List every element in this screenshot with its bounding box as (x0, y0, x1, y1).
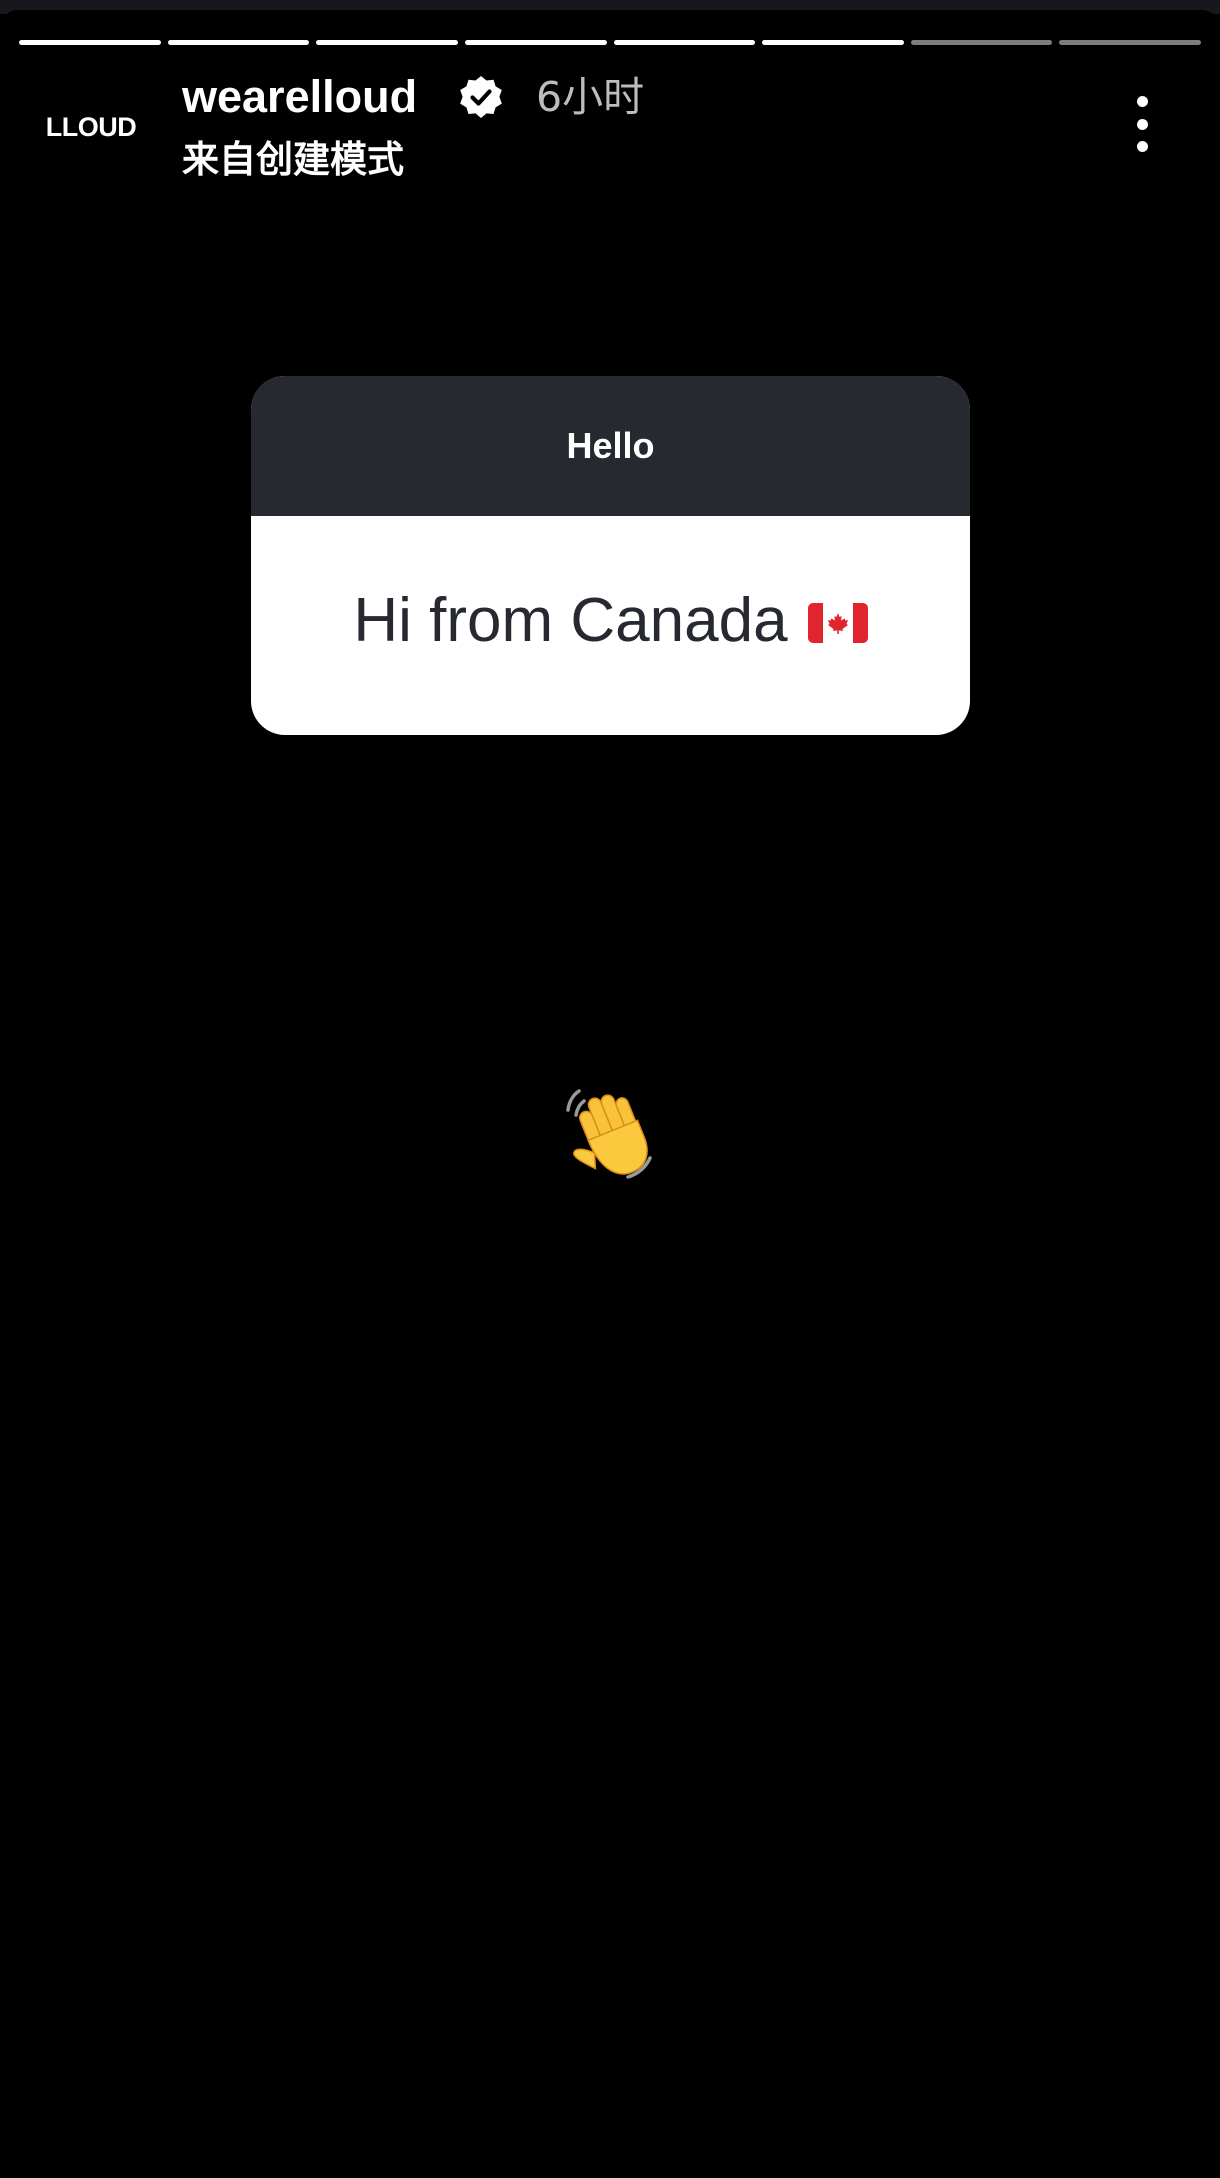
question-card[interactable]: Hello Hi from Canada (251, 376, 970, 735)
menu-dot (1136, 96, 1148, 107)
question-answer: Hi from Canada (251, 516, 970, 735)
progress-segment (167, 40, 310, 45)
progress-segment (762, 40, 904, 45)
verified-badge-icon (460, 76, 502, 118)
more-vertical-icon[interactable] (1122, 94, 1162, 154)
story-viewer[interactable]: LLOUD wearelloud 6小时 来自创建模式 Hello Hi fro… (0, 0, 1220, 2178)
canada-flag-icon (807, 602, 868, 643)
progress-segment (316, 40, 458, 45)
progress-segment (19, 40, 161, 45)
avatar-logo-text: LLOUD (45, 111, 137, 142)
menu-dot (1136, 118, 1148, 130)
story-subtitle: 来自创建模式 (182, 138, 404, 181)
waving-hand-icon (566, 1089, 652, 1179)
account-username[interactable]: wearelloud (182, 70, 417, 124)
story-progress-bar (19, 40, 1201, 45)
post-time: 6小时 (536, 73, 645, 121)
account-avatar[interactable]: LLOUD (36, 92, 146, 162)
question-prompt: Hello (251, 376, 970, 516)
progress-segment (464, 40, 607, 45)
progress-segment (613, 40, 756, 45)
answer-text: Hi from Canada (353, 586, 788, 655)
progress-segment (910, 40, 1053, 45)
progress-segment (1059, 40, 1201, 45)
menu-dot (1136, 141, 1148, 152)
